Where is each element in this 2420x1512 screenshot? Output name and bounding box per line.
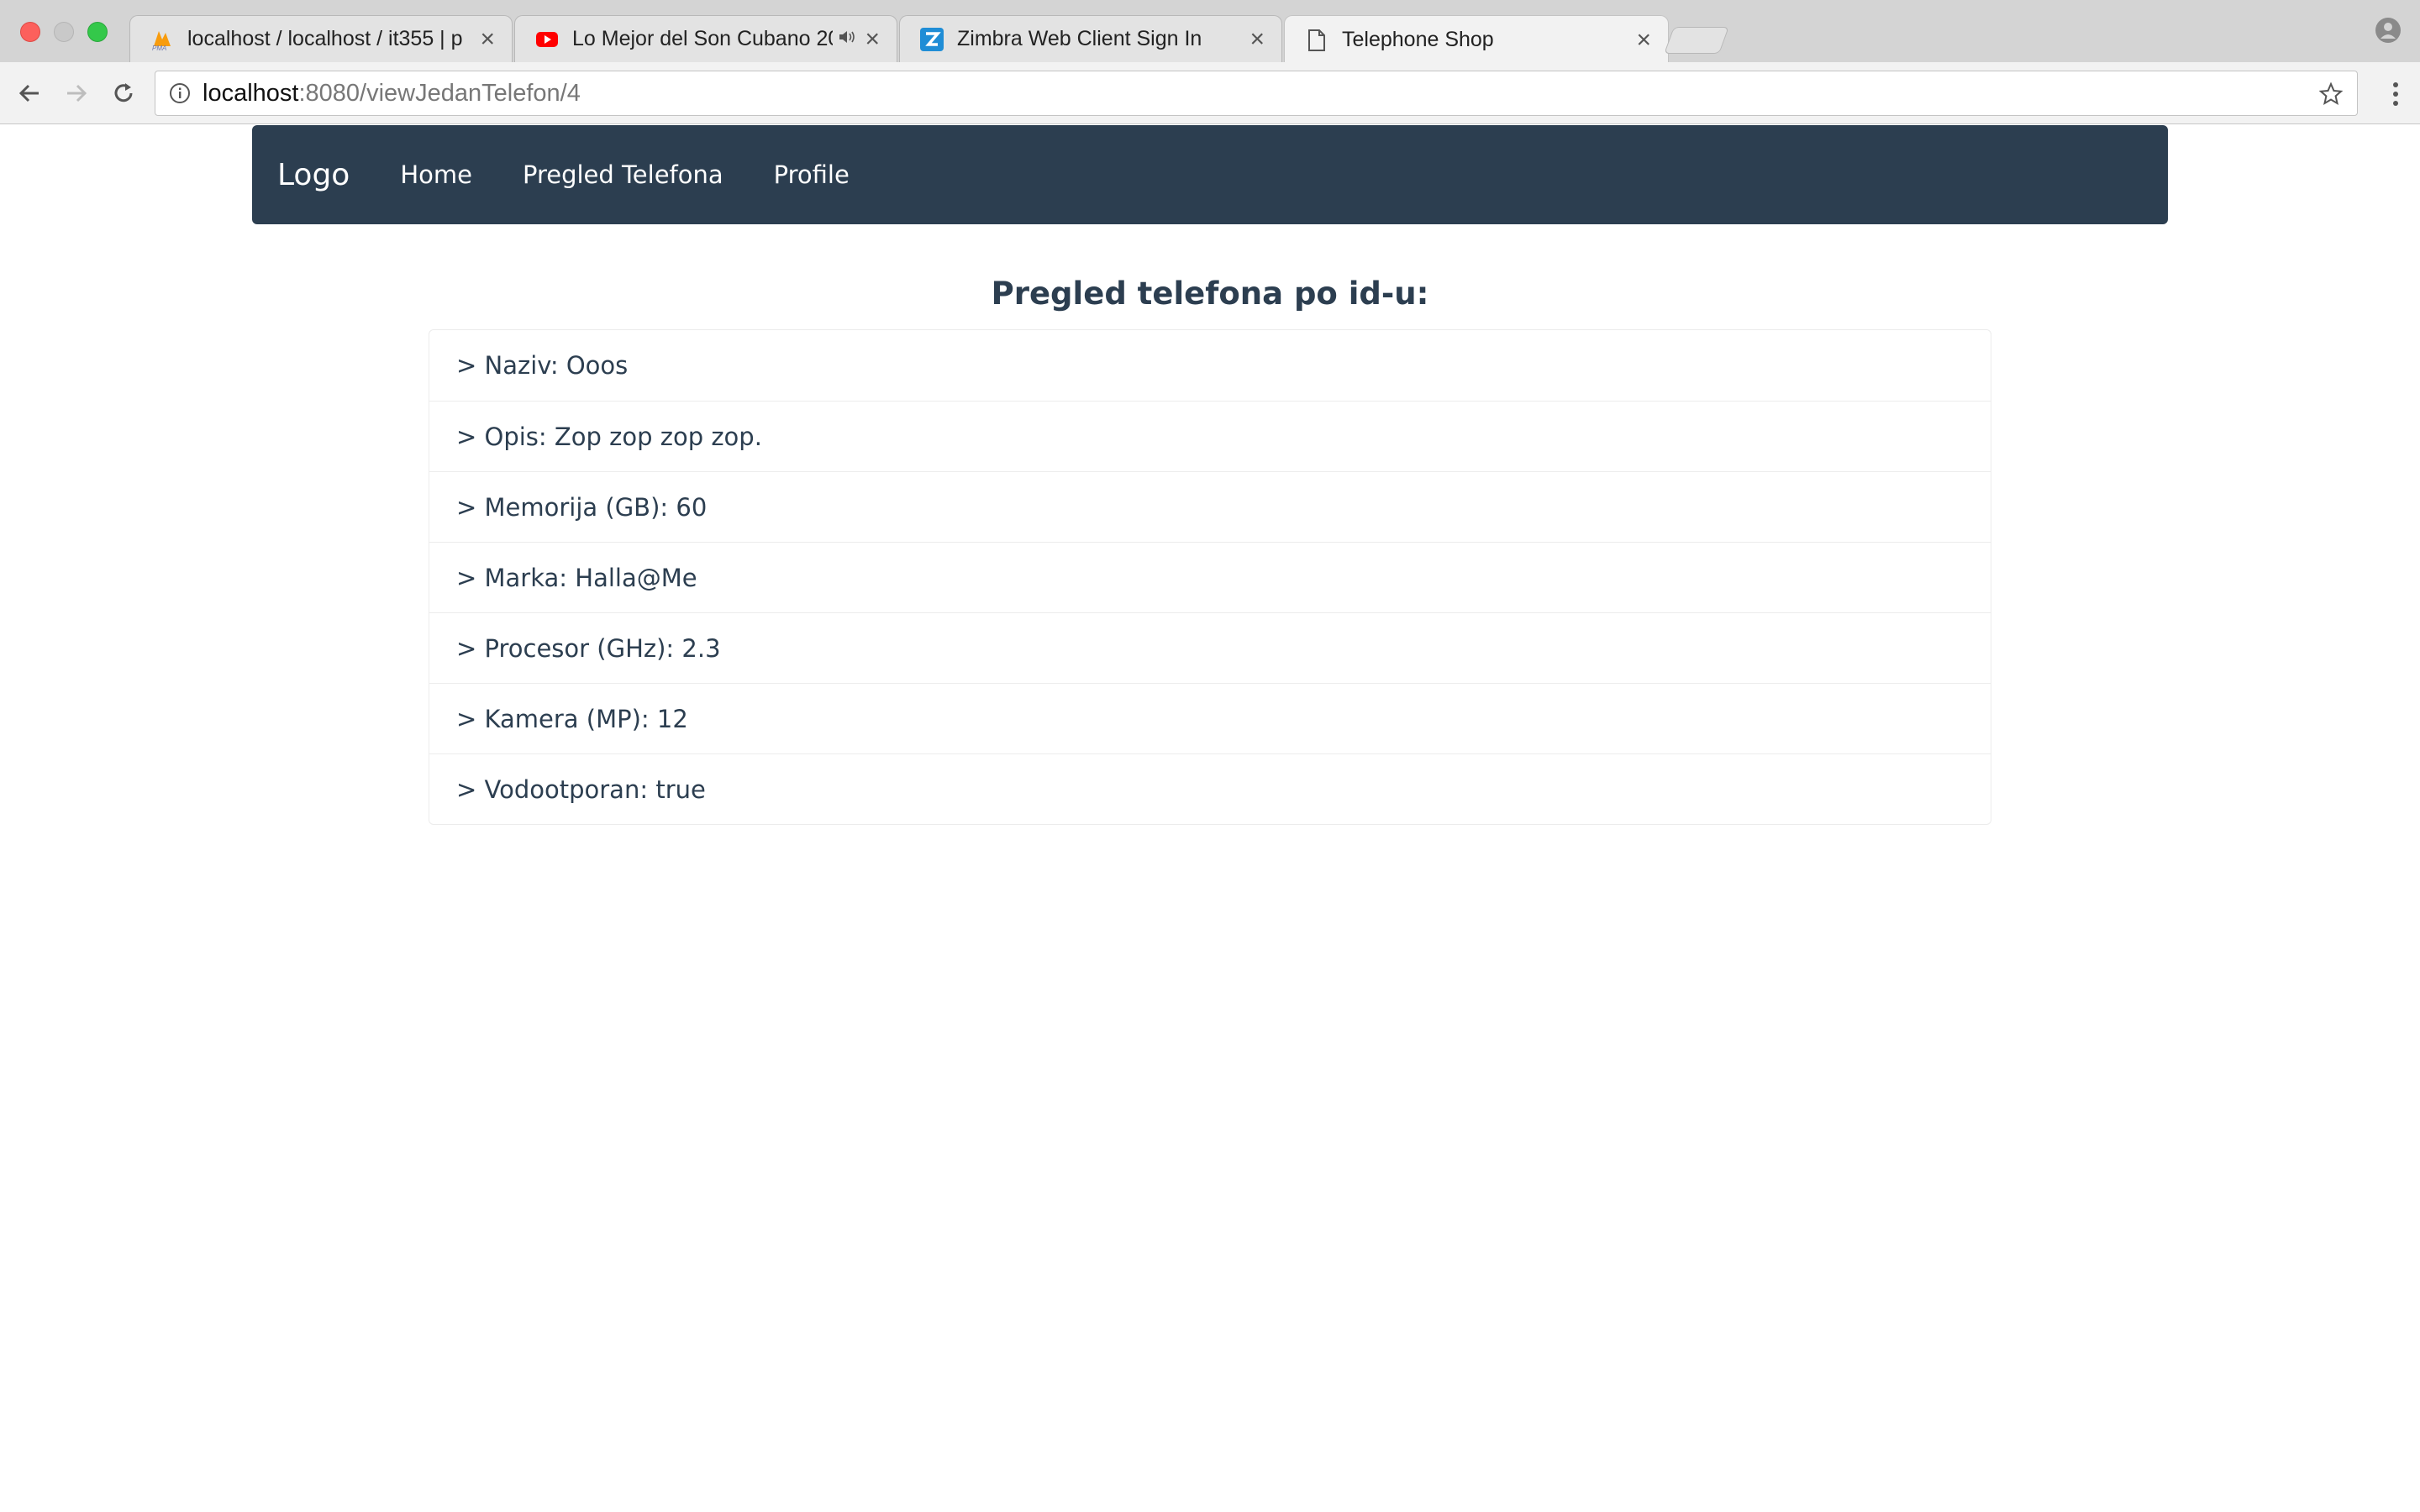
close-tab-icon[interactable]: × <box>1636 27 1651 53</box>
url-host: localhost <box>203 79 299 107</box>
detail-item-marka: > Marka: Halla@Me <box>429 542 1991 612</box>
bookmark-star-icon[interactable] <box>2318 81 2344 107</box>
browser-tab-youtube[interactable]: Lo Mejor del Son Cubano 20 × <box>514 15 897 62</box>
browser-tab-zimbra[interactable]: Zimbra Web Client Sign In × <box>899 15 1282 62</box>
detail-item-vodootporan: > Vodootporan: true <box>429 753 1991 824</box>
nav-link-pregled-telefona[interactable]: Pregled Telefona <box>523 160 723 189</box>
nav-link-profile[interactable]: Profile <box>774 160 850 189</box>
url-path: :8080/viewJedanTelefon/4 <box>298 79 581 107</box>
browser-tab-telephone-shop[interactable]: Telephone Shop × <box>1284 15 1669 64</box>
menu-kebab-icon[interactable] <box>2391 79 2400 109</box>
zimbra-icon <box>920 27 944 51</box>
tab-title: Zimbra Web Client Sign In <box>957 27 1202 50</box>
tab-title: localhost / localhost / it355 | p <box>187 27 463 50</box>
document-icon <box>1305 29 1328 52</box>
detail-item-naziv: > Naziv: Ooos <box>456 351 629 380</box>
browser-tab-phpmyadmin[interactable]: PMA localhost / localhost / it355 | p × <box>129 15 513 62</box>
detail-item-procesor: > Procesor (GHz): 2.3 <box>429 612 1991 683</box>
url-text[interactable]: localhost:8080/viewJedanTelefon/4 <box>203 80 581 108</box>
page-title: Pregled telefona po id-u: <box>991 276 1429 312</box>
phpmyadmin-icon: PMA <box>150 28 174 51</box>
minimize-window-button[interactable] <box>54 22 74 42</box>
reload-icon[interactable] <box>108 77 139 109</box>
logo-link[interactable]: Logo <box>277 158 350 192</box>
site-navbar: Logo Home Pregled Telefona Profile <box>252 125 2168 224</box>
tab-title: Lo Mejor del Son Cubano 20 <box>572 27 834 50</box>
browser-tabstrip: PMA localhost / localhost / it355 | p × … <box>0 0 2420 64</box>
speaker-icon[interactable] <box>838 29 856 50</box>
maximize-window-button[interactable] <box>87 22 108 42</box>
close-tab-icon[interactable]: × <box>865 26 880 52</box>
youtube-icon <box>535 28 559 51</box>
forward-arrow-icon[interactable] <box>60 77 92 109</box>
info-icon[interactable] <box>169 82 191 104</box>
close-tab-icon[interactable]: × <box>480 26 495 52</box>
browser-toolbar: localhost:8080/viewJedanTelefon/4 <box>0 62 2420 124</box>
address-bar[interactable]: localhost:8080/viewJedanTelefon/4 <box>155 71 2358 116</box>
detail-item-kamera: > Kamera (MP): 12 <box>429 683 1991 753</box>
back-arrow-icon[interactable] <box>13 77 45 109</box>
new-tab-button[interactable] <box>1664 27 1729 54</box>
close-tab-icon[interactable]: × <box>1249 26 1265 52</box>
close-window-button[interactable] <box>20 22 40 42</box>
phone-details-list: > Naziv: Ooos > Opis: Zop zop zop zop. >… <box>429 329 1991 825</box>
svg-text:PMA: PMA <box>152 45 166 51</box>
detail-item-memorija: > Memorija (GB): 60 <box>429 471 1991 542</box>
tab-title: Telephone Shop <box>1342 28 1494 51</box>
nav-link-home[interactable]: Home <box>400 160 472 189</box>
detail-item-opis: > Opis: Zop zop zop zop. <box>429 401 1991 471</box>
profile-icon[interactable] <box>2375 17 2402 44</box>
page-content: Logo Home Pregled Telefona Profile Pregl… <box>0 124 2420 1512</box>
